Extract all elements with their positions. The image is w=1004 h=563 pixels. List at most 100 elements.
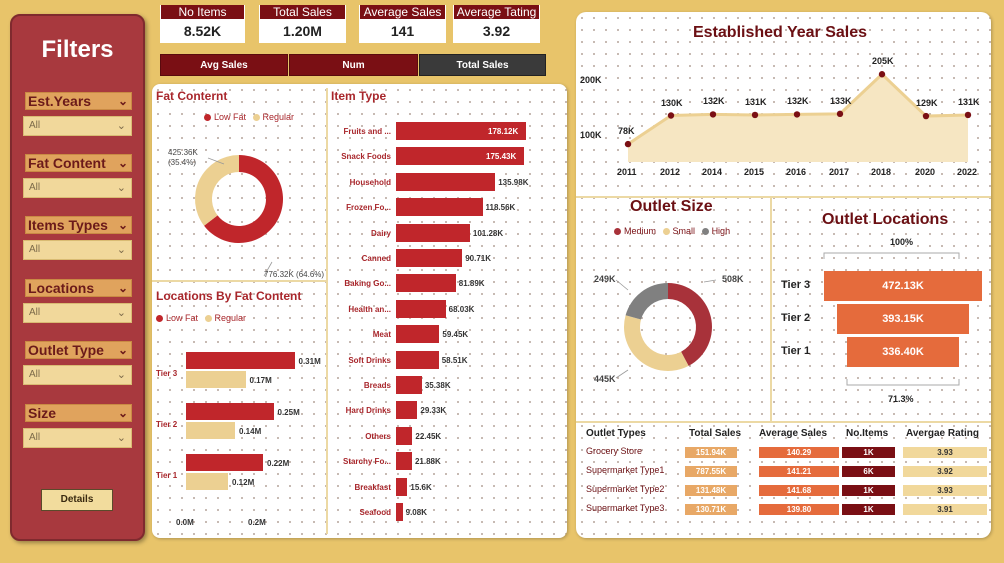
total-sales-button[interactable]: Total Sales <box>419 54 546 76</box>
donut-slice-small[interactable] <box>624 315 689 371</box>
filter-items-types-select[interactable]: All ⌄ <box>23 240 132 260</box>
tier-label: Tier 1 <box>156 471 178 480</box>
chevron-down-icon: ⌄ <box>116 244 126 256</box>
donut-slice-regular[interactable] <box>195 155 239 226</box>
bottom-percent: 71.3% <box>888 394 914 404</box>
data-point[interactable] <box>624 140 632 148</box>
chevron-down-icon: ⌄ <box>116 369 126 381</box>
item-type-bar[interactable] <box>396 401 418 420</box>
low-fat-bar[interactable] <box>186 403 274 420</box>
item-type-value-label: 15.6K <box>410 482 432 492</box>
item-type-value-label: 35.38K <box>424 381 451 390</box>
regular-bar[interactable] <box>186 422 235 439</box>
item-type-bar[interactable] <box>396 299 446 318</box>
filter-est-years-label[interactable]: Est.Years ⌄ <box>25 92 132 110</box>
point-value-label: 132K <box>787 96 809 107</box>
fat-content-title: Fat Conternt <box>156 89 228 103</box>
table-cell-avg: 139.80 <box>759 504 839 515</box>
locations-fat-legend: Low Fat Regular <box>156 313 246 323</box>
low-fat-bar[interactable] <box>186 352 295 369</box>
table-row-type: Grocery Store <box>586 446 643 456</box>
divider <box>152 280 326 282</box>
data-point[interactable] <box>836 110 844 118</box>
leader-line <box>615 369 629 379</box>
item-type-bar[interactable] <box>396 172 496 191</box>
data-point[interactable] <box>922 112 930 120</box>
num-button[interactable]: Num <box>289 54 418 76</box>
filter-label-text: Est.Years <box>28 93 92 109</box>
item-type-bar[interactable] <box>396 350 439 369</box>
filter-size-select[interactable]: All ⌄ <box>23 428 132 448</box>
outlet-medium-label: 508K <box>722 274 744 284</box>
x-tick-year: 2016 <box>786 167 807 177</box>
location-bar[interactable]: 336.40K <box>846 337 960 367</box>
outlet-size-donut <box>615 279 717 379</box>
legend-dot-small <box>662 228 670 235</box>
filter-fat-content-select[interactable]: All ⌄ <box>23 178 132 198</box>
item-type-bar[interactable] <box>396 376 422 394</box>
kpi-value: 141 <box>390 23 415 39</box>
filter-locations-select[interactable]: All ⌄ <box>23 303 132 323</box>
low-fat-bar[interactable] <box>186 454 263 471</box>
legend-dot-regular <box>252 114 260 121</box>
item-type-bar[interactable] <box>396 426 413 445</box>
table-cell-total: 131.48K <box>685 485 737 496</box>
kpi-label: Average Tating <box>454 5 539 19</box>
filter-value: All <box>29 244 41 255</box>
regular-bar[interactable] <box>186 371 246 388</box>
kpi-label: No Items <box>161 5 244 19</box>
x-tick-year: 2014 <box>702 167 723 177</box>
filters-panel: Filters Est.Years ⌄ All ⌄ Fat Content ⌄ All… <box>10 14 145 541</box>
area-fill <box>628 74 968 162</box>
location-bar[interactable]: 393.15K <box>837 304 969 334</box>
details-button[interactable]: Details <box>41 489 113 511</box>
item-type-category-label: Household <box>349 177 391 187</box>
table-cell-rating: 3.93 <box>903 485 987 496</box>
item-type-bar[interactable] <box>396 477 408 496</box>
item-type-bar[interactable] <box>396 223 470 242</box>
item-type-bar[interactable] <box>396 198 483 217</box>
item-type-bar[interactable] <box>396 503 403 521</box>
tier-label: Tier 2 <box>781 312 811 324</box>
data-point[interactable] <box>964 111 972 119</box>
item-type-bar[interactable] <box>396 274 456 293</box>
item-type-bar[interactable] <box>396 325 440 344</box>
item-type-category-label: Health an... <box>348 304 391 314</box>
data-point[interactable] <box>667 112 675 119</box>
x-tick-year: 2018 <box>871 167 892 177</box>
table-cell-total: 787.55K <box>685 466 737 477</box>
kpi-card-total-sales: Total Sales 1.20M <box>259 5 346 43</box>
chevron-down-icon: ⌄ <box>117 406 128 420</box>
leader-line <box>703 279 717 283</box>
table-cell-rating: 3.93 <box>903 447 987 458</box>
data-point[interactable] <box>751 111 759 119</box>
x-tick-year: 2011 <box>617 167 637 177</box>
data-point[interactable] <box>709 111 717 118</box>
item-type-bar[interactable] <box>396 452 412 471</box>
donut-slice-high[interactable] <box>625 283 668 320</box>
filter-outlet-type-select[interactable]: All ⌄ <box>23 365 132 385</box>
fat-content-legend: Low Fat Regular <box>204 112 294 122</box>
avg-sales-button[interactable]: Avg Sales <box>160 54 288 76</box>
filter-est-years-select[interactable]: All ⌄ <box>23 116 132 136</box>
filter-outlet-type-label[interactable]: Outlet Type ⌄ <box>25 341 132 359</box>
legend-small: Small <box>672 226 696 236</box>
item-type-title: Item Type <box>331 89 387 103</box>
location-bar[interactable]: 472.13K <box>824 271 982 301</box>
item-type-value-label: 101.28K <box>472 228 504 238</box>
table-cell-avg: 140.29 <box>759 447 839 458</box>
donut-slice-medium[interactable] <box>668 283 712 366</box>
filter-fat-content-label[interactable]: Fat Content ⌄ <box>25 154 132 172</box>
filter-locations-label[interactable]: Locations ⌄ <box>25 279 132 297</box>
table-header: Avergae Rating <box>906 428 979 439</box>
data-point[interactable] <box>878 71 886 78</box>
table-header: No.Items <box>846 428 889 439</box>
item-type-value-label: 22.45K <box>415 431 442 441</box>
filter-items-types-label[interactable]: Items Types ⌄ <box>25 216 132 234</box>
item-type-category-label: Others <box>365 431 391 441</box>
regular-bar[interactable] <box>186 473 228 490</box>
data-point[interactable] <box>793 111 801 118</box>
table-cell-items: 1K <box>842 447 895 458</box>
item-type-bar[interactable] <box>396 249 463 267</box>
filter-size-label[interactable]: Size ⌄ <box>25 404 132 422</box>
